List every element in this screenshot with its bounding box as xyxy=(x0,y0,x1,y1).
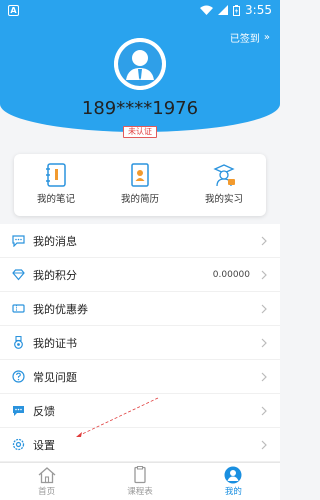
menu-item-label: 我的证书 xyxy=(33,336,77,350)
signed-in-button[interactable]: 已签到 » xyxy=(230,30,270,45)
schedule-icon xyxy=(134,466,146,484)
avatar[interactable] xyxy=(114,38,166,90)
chevron-double-right-icon: » xyxy=(263,32,270,43)
menu-item-label: 常见问题 xyxy=(33,370,77,384)
user-icon xyxy=(224,466,242,484)
menu-item-feedback[interactable]: 反馈 xyxy=(0,394,280,428)
quick-action-resume[interactable]: 我的简历 xyxy=(98,154,182,216)
chevron-right-icon xyxy=(261,304,267,313)
diamond-icon xyxy=(12,269,25,281)
chevron-right-icon xyxy=(261,440,267,449)
quick-action-label: 我的简历 xyxy=(120,194,159,205)
notebook-icon xyxy=(46,163,66,187)
menu-item-certificates[interactable]: 我的证书 xyxy=(0,326,280,360)
feedback-icon xyxy=(13,406,24,416)
medal-icon xyxy=(14,336,23,349)
menu-item-label: 我的优惠券 xyxy=(33,302,88,316)
quick-action-notes[interactable]: 我的笔记 xyxy=(14,154,98,216)
chevron-right-icon xyxy=(261,338,267,347)
tab-label: 首页 xyxy=(38,487,56,497)
tab-label: 课程表 xyxy=(127,487,153,497)
chevron-right-icon xyxy=(261,270,267,279)
menu-item-settings[interactable]: 设置 xyxy=(0,428,280,462)
status-bar: A 3:55 xyxy=(0,0,280,22)
tab-label: 我的 xyxy=(224,487,242,497)
quick-action-label: 我的实习 xyxy=(204,194,243,205)
menu-item-label: 反馈 xyxy=(33,404,55,418)
menu-item-label: 我的消息 xyxy=(33,234,77,248)
tab-schedule[interactable]: 课程表 xyxy=(93,463,186,500)
certification-badge[interactable]: 未认证 xyxy=(123,126,157,138)
coupon-icon xyxy=(12,304,25,313)
user-avatar-icon xyxy=(114,38,166,90)
status-time: 3:55 xyxy=(245,3,272,17)
menu-item-points[interactable]: 我的积分 0.00000 xyxy=(0,258,280,292)
user-phone: 189****1976 xyxy=(81,98,199,119)
chevron-right-icon xyxy=(261,236,267,245)
chevron-right-icon xyxy=(261,406,267,415)
menu-item-messages[interactable]: 我的消息 xyxy=(0,224,280,258)
quick-actions-card: 我的笔记 我的简历 我的实习 xyxy=(14,154,266,216)
points-value: 0.00000 xyxy=(212,269,250,280)
menu-item-label: 设置 xyxy=(33,438,55,452)
menu-list: 我的消息 我的积分 0.00000 我的优惠券 我的证书 常见问题 反馈 设置 xyxy=(0,224,280,462)
menu-item-label: 我的积分 xyxy=(33,268,77,282)
quick-action-label: 我的笔记 xyxy=(36,194,75,205)
bottom-tab-bar: 首页 课程表 我的 xyxy=(0,462,280,500)
question-icon xyxy=(12,370,25,383)
status-app-badge: A xyxy=(8,5,19,16)
resume-icon xyxy=(131,163,149,187)
tab-mine[interactable]: 我的 xyxy=(187,463,280,500)
menu-item-coupons[interactable]: 我的优惠券 xyxy=(0,292,280,326)
message-icon xyxy=(12,235,25,247)
quick-action-internship[interactable]: 我的实习 xyxy=(182,154,266,216)
signed-label: 已签到 xyxy=(229,34,260,45)
internship-icon xyxy=(213,164,235,187)
tab-home[interactable]: 首页 xyxy=(0,463,93,500)
menu-item-faq[interactable]: 常见问题 xyxy=(0,360,280,394)
gear-icon xyxy=(12,438,25,451)
battery-icon xyxy=(233,4,241,16)
home-icon xyxy=(38,467,56,484)
signal-icon xyxy=(218,5,229,15)
wifi-icon xyxy=(200,5,214,15)
chevron-right-icon xyxy=(261,372,267,381)
